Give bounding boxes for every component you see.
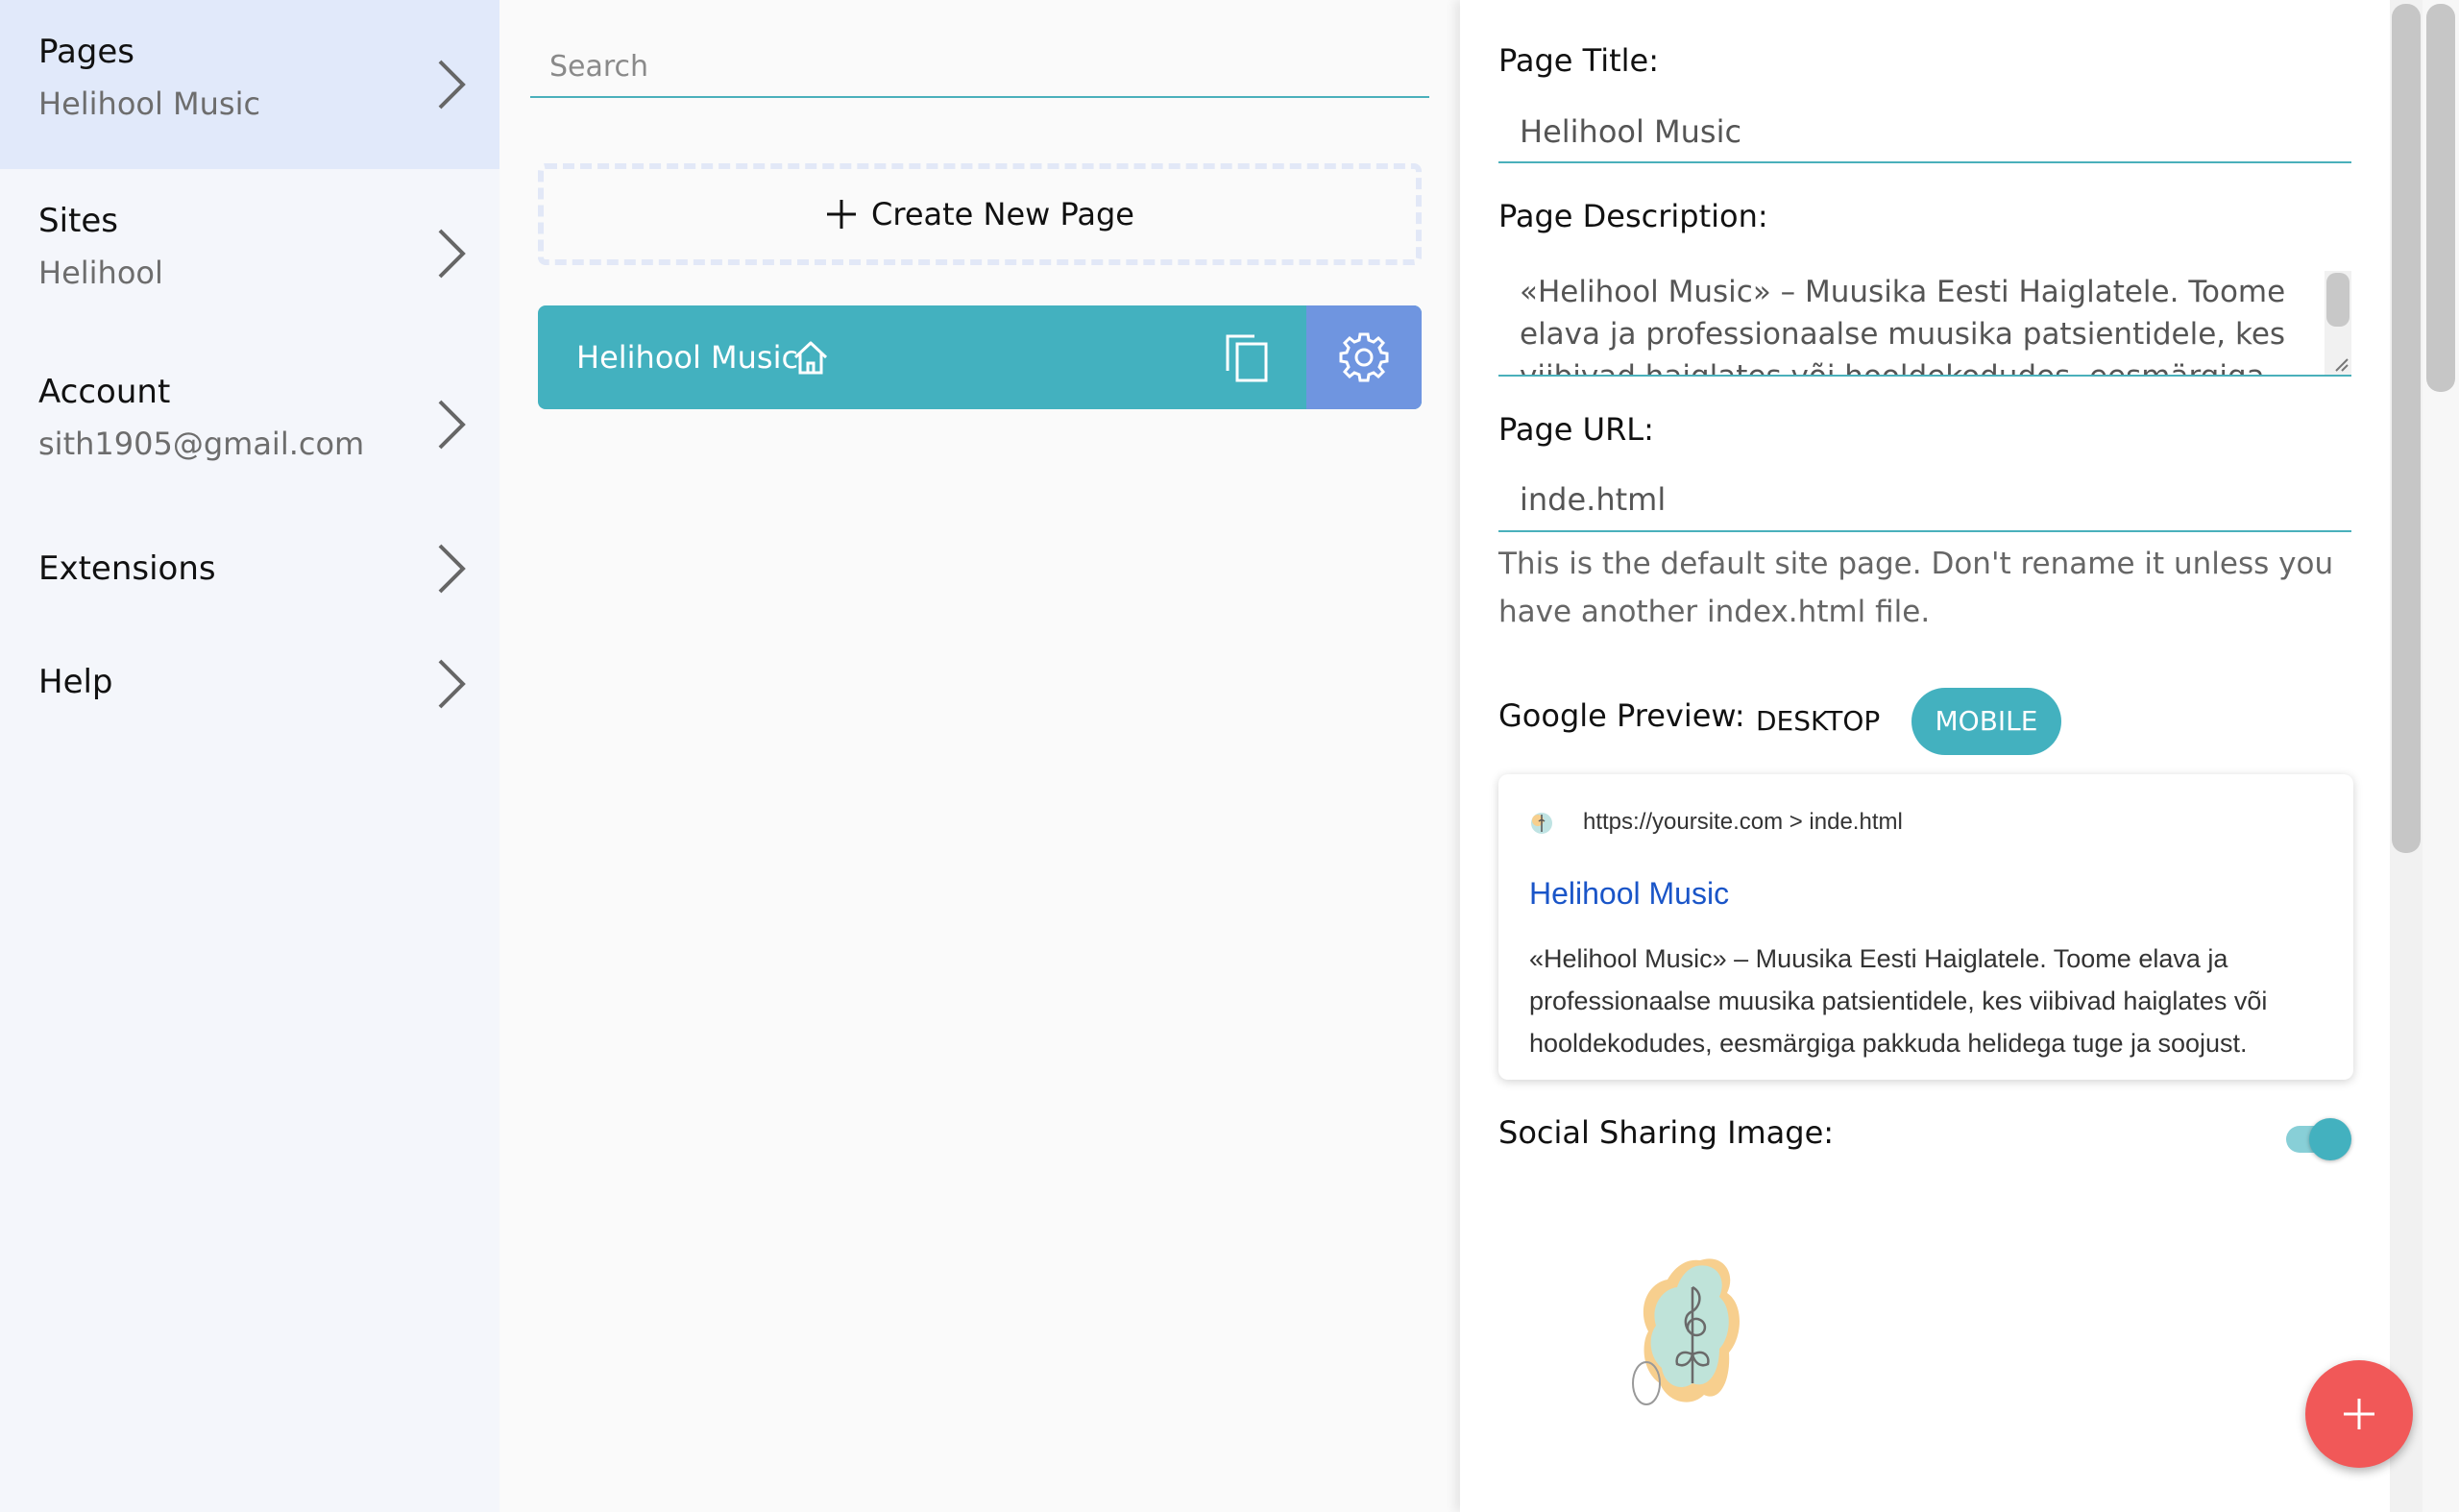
- google-preview-label: Google Preview:: [1498, 697, 1745, 734]
- page-description-text: «Helihool Music» – Muusika Eesti Haiglat…: [1520, 275, 2286, 377]
- page-description-label: Page Description:: [1498, 198, 1768, 234]
- social-sharing-toggle-knob[interactable]: [2309, 1118, 2351, 1160]
- google-preview-card: https://yoursite.com > inde.html Helihoo…: [1498, 774, 2353, 1080]
- search-input[interactable]: [530, 38, 1429, 94]
- copy-icon[interactable]: [1222, 330, 1276, 384]
- page-description-textarea[interactable]: «Helihool Music» – Muusika Eesti Haiglat…: [1498, 271, 2351, 377]
- page-url-label: Page URL:: [1498, 411, 1654, 448]
- window-scroll-thumb[interactable]: [2426, 4, 2455, 392]
- sidebar-item-sites[interactable]: Sites Helihool: [0, 169, 499, 340]
- preview-mobile-tab[interactable]: MOBILE: [1911, 688, 2061, 755]
- sidebar-item-title: Help: [38, 663, 113, 701]
- sidebar-item-subtitle: Helihool: [38, 255, 163, 291]
- plus-icon: [827, 200, 857, 229]
- page-url-help-text: This is the default site page. Don't ren…: [1498, 547, 2334, 629]
- favicon-icon: [1531, 813, 1552, 834]
- create-new-page-label: Create New Page: [871, 196, 1134, 232]
- preview-description: «Helihool Music» – Muusika Eesti Haiglat…: [1529, 944, 2268, 1058]
- preview-desktop-tab[interactable]: DESKTOP: [1756, 688, 1880, 755]
- sidebar-item-account[interactable]: Account sith1905@gmail.com: [0, 340, 499, 511]
- add-floating-button[interactable]: [2305, 1360, 2413, 1468]
- preview-title[interactable]: Helihool Music: [1529, 876, 1729, 912]
- social-sharing-image[interactable]: [1623, 1249, 1758, 1412]
- social-sharing-image-label: Social Sharing Image:: [1498, 1114, 1835, 1151]
- settings-panel-scroll-thumb[interactable]: [2392, 4, 2421, 853]
- preview-url: https://yoursite.com > inde.html: [1583, 809, 1903, 835]
- page-settings-button[interactable]: [1306, 305, 1422, 409]
- sidebar-item-help[interactable]: Help: [0, 634, 499, 730]
- chevron-right-icon: [438, 544, 466, 594]
- sidebar-item-title: Pages: [38, 33, 135, 71]
- page-list-item[interactable]: Helihool Music: [538, 305, 1422, 409]
- page-title-label: Page Title:: [1498, 42, 1659, 79]
- chevron-right-icon: [438, 229, 466, 279]
- sidebar: Pages Helihool Music Sites Helihool Acco…: [0, 0, 499, 1512]
- sidebar-item-title: Sites: [38, 202, 118, 240]
- page-name: Helihool Music: [576, 339, 799, 376]
- sidebar-item-extensions[interactable]: Extensions: [0, 519, 499, 615]
- chevron-right-icon: [438, 659, 466, 709]
- gear-icon: [1339, 332, 1389, 382]
- sidebar-item-title: Extensions: [38, 549, 216, 588]
- sidebar-item-subtitle: Helihool Music: [38, 85, 261, 122]
- sidebar-item-subtitle: sith1905@gmail.com: [38, 426, 365, 462]
- search-field: [530, 38, 1429, 98]
- textarea-scroll-thumb[interactable]: [2326, 273, 2349, 327]
- chevron-right-icon: [438, 400, 466, 450]
- chevron-right-icon: [438, 60, 466, 110]
- plus-icon: [2344, 1399, 2374, 1429]
- home-icon: [793, 341, 828, 375]
- page-title-input[interactable]: Helihool Music: [1498, 106, 2351, 163]
- create-new-page-button[interactable]: Create New Page: [538, 163, 1422, 265]
- sidebar-item-title: Account: [38, 373, 171, 411]
- sidebar-item-pages[interactable]: Pages Helihool Music: [0, 0, 499, 169]
- resize-handle-icon[interactable]: [2332, 355, 2349, 373]
- page-url-input[interactable]: inde.html: [1498, 473, 2351, 532]
